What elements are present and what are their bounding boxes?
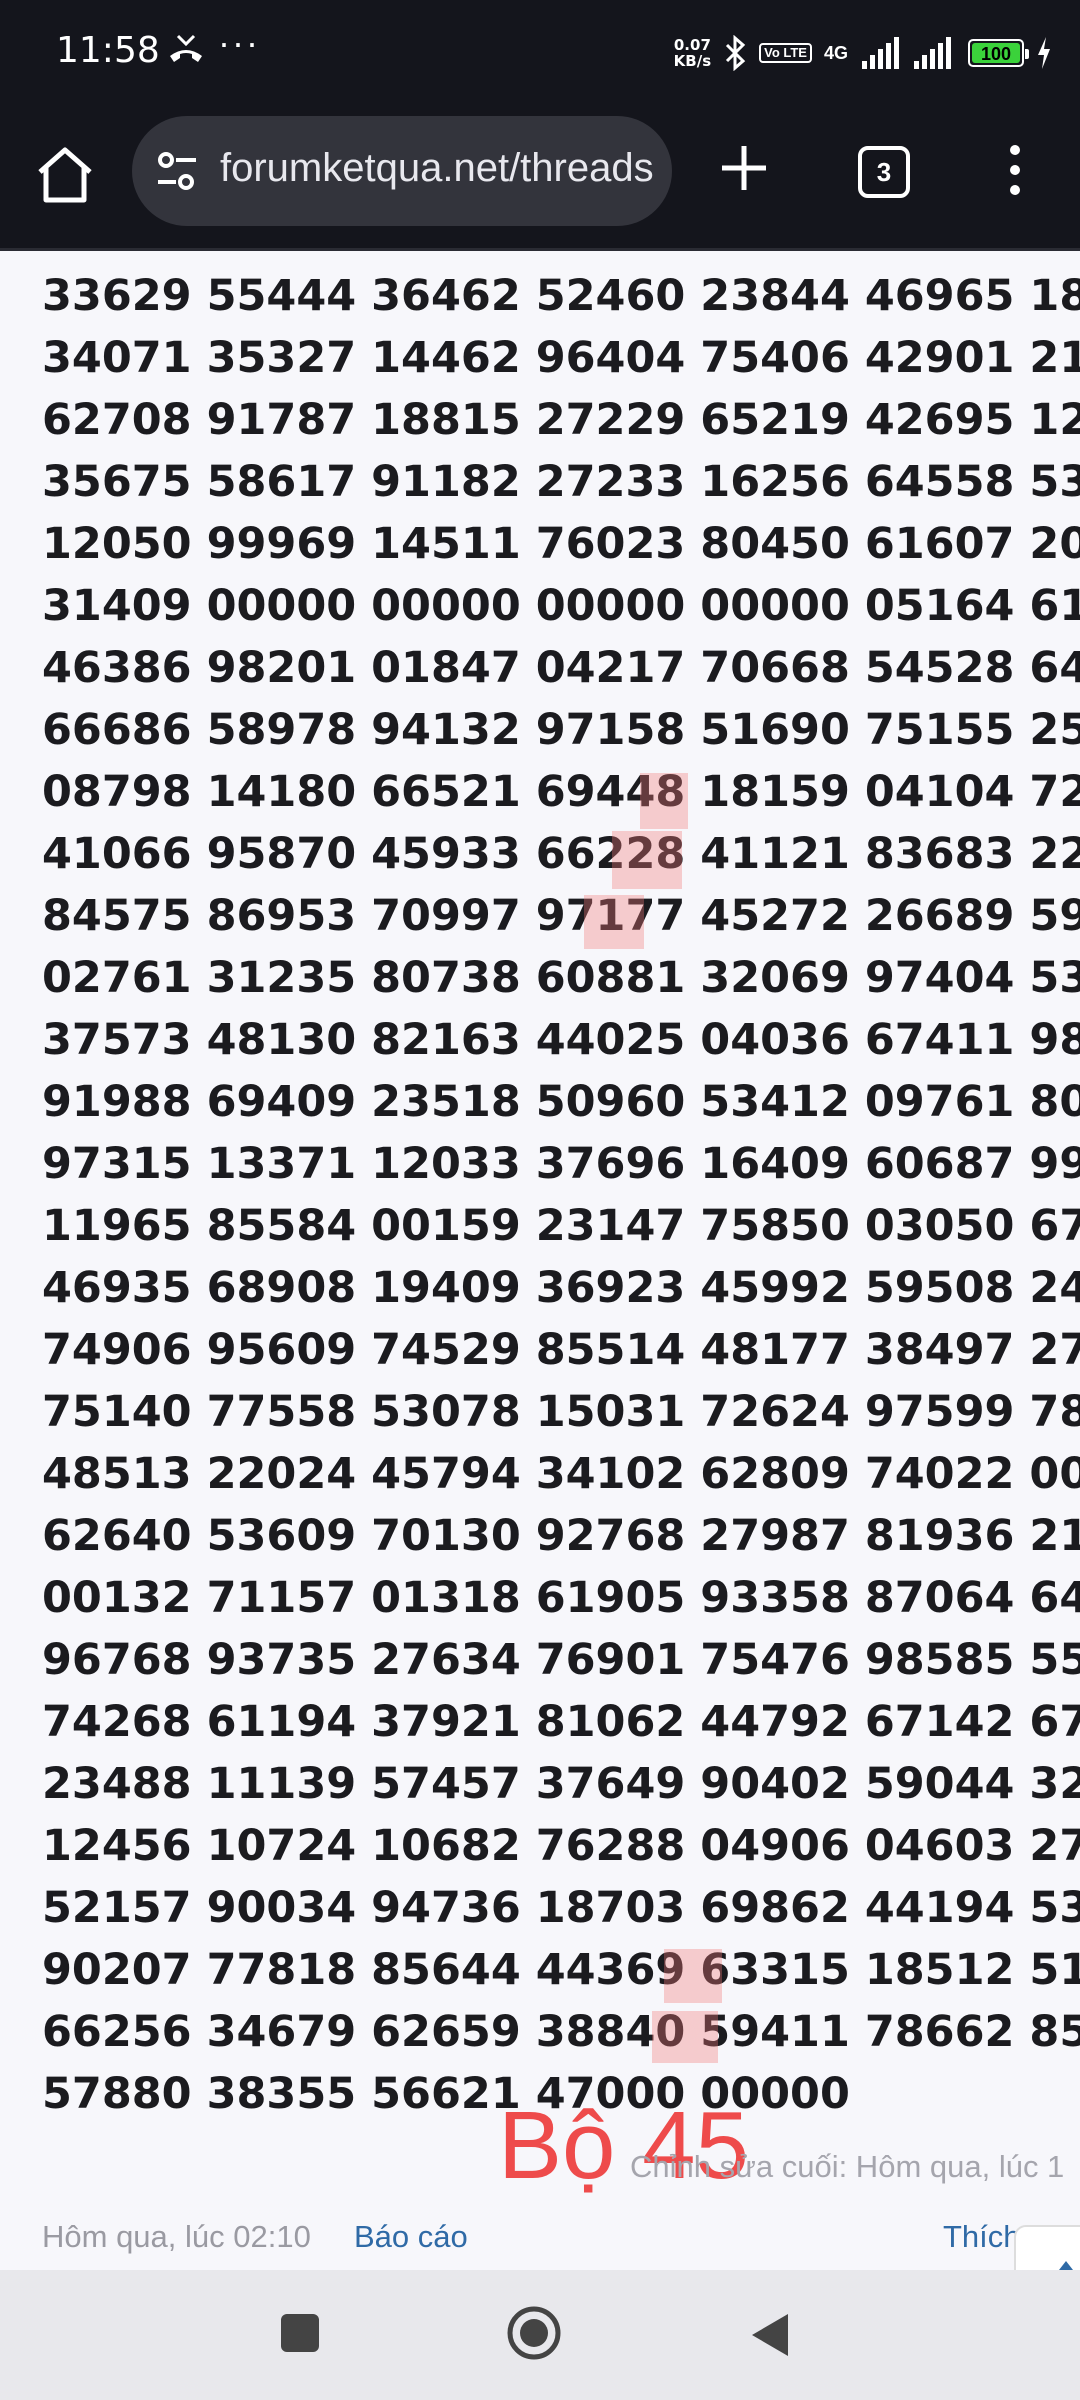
report-link[interactable]: Báo cáo [354, 2219, 468, 2255]
address-bar[interactable]: forumketqua.net/threads [132, 116, 672, 226]
highlight-mark [640, 773, 688, 829]
volte-badge: Vo LTE [759, 43, 812, 63]
highlight-mark [652, 2011, 718, 2063]
number-row: 96768 93735 27634 76901 75476 98585 5513… [42, 1635, 1080, 1685]
number-row: 75140 77558 53078 15031 72624 97599 7866… [42, 1387, 1080, 1437]
home-nav-icon[interactable] [505, 2304, 563, 2362]
number-row: 35675 58617 91182 27233 16256 64558 5329… [42, 457, 1080, 507]
number-row: 91988 69409 23518 50960 53412 09761 8071… [42, 1077, 1080, 1127]
number-row: 97315 13371 12033 37696 16409 60687 9977… [42, 1139, 1080, 1189]
clock: 11:58 [56, 30, 160, 71]
number-row: 08798 14180 66521 69448 18159 04104 7266… [42, 767, 1080, 817]
highlight-mark [584, 895, 644, 949]
status-icons: 0.07 KB/s Vo LTE 4G 100 [674, 28, 1052, 78]
recents-icon[interactable] [281, 2314, 319, 2352]
number-row: 66686 58978 94132 97158 51690 75155 2593… [42, 705, 1080, 755]
number-row: 34071 35327 14462 96404 75406 42901 2125… [42, 333, 1080, 383]
site-settings-icon[interactable] [154, 148, 200, 194]
number-row: 12050 99969 14511 76023 80450 61607 2044… [42, 519, 1080, 569]
more-notifications-icon: ··· [218, 22, 260, 63]
post-content: 33629 55444 36462 52460 23844 46965 1830… [0, 251, 1080, 2271]
tab-switcher-button[interactable]: 3 [858, 146, 910, 198]
number-row: 48513 22024 45794 34102 62809 74022 0017… [42, 1449, 1080, 1499]
battery-icon: 100 [968, 39, 1029, 67]
highlight-mark [664, 1949, 722, 2003]
home-icon[interactable] [32, 142, 98, 208]
number-row: 62708 91787 18815 27229 65219 42695 1235… [42, 395, 1080, 445]
number-row: 00132 71157 01318 61905 93358 87064 6443… [42, 1573, 1080, 1623]
signal-icon [862, 37, 899, 69]
network-type: 4G [823, 42, 848, 63]
number-row: 90207 77818 85644 44369 63315 18512 5110… [42, 1945, 1080, 1995]
browser-toolbar: forumketqua.net/threads 3 [0, 110, 1080, 250]
number-row: 11965 85584 00159 23147 75850 03050 6786… [42, 1201, 1080, 1251]
more-menu-icon[interactable] [1000, 140, 1030, 200]
number-row: 33629 55444 36462 52460 23844 46965 1830… [42, 271, 1080, 321]
signal-icon-2 [914, 37, 951, 69]
charging-icon [1038, 37, 1050, 69]
number-row: 46935 68908 19409 36923 45992 59508 2469… [42, 1263, 1080, 1313]
navigation-bar [0, 2270, 1080, 2400]
back-icon[interactable] [746, 2310, 792, 2360]
url-text[interactable]: forumketqua.net/threads [220, 146, 660, 191]
number-row: 62640 53609 70130 92768 27987 81936 2126… [42, 1511, 1080, 1561]
status-bar: 11:58 ··· 0.07 KB/s Vo LTE 4G 100 [0, 0, 1080, 110]
post-timestamp: Hôm qua, lúc 02:10 [42, 2219, 311, 2254]
number-row: 12456 10724 10682 76288 04906 04603 2730… [42, 1821, 1080, 1871]
number-row: 23488 11139 57457 37649 90402 59044 3209… [42, 1759, 1080, 1809]
scroll-to-top-button[interactable] [1014, 2225, 1080, 2271]
number-grid: 33629 55444 36462 52460 23844 46965 1830… [42, 265, 1080, 2125]
network-speed: 0.07 KB/s [673, 36, 712, 70]
highlight-mark [612, 831, 682, 889]
number-row: 66256 34679 62659 38840 59411 78662 8545… [42, 2007, 1080, 2057]
number-row: 41066 95870 45933 66228 41121 83683 2216… [42, 829, 1080, 879]
number-row: 31409 00000 00000 00000 00000 05164 6151… [42, 581, 1080, 631]
number-row: 37573 48130 82163 44025 04036 67411 9861… [42, 1015, 1080, 1065]
missed-call-icon [170, 34, 202, 62]
last-edited-note: Chỉnh sửa cuối: Hôm qua, lúc 1 [630, 2149, 1065, 2184]
bluetooth-icon [726, 35, 746, 71]
number-row: 02761 31235 80738 60881 32069 97404 5385… [42, 953, 1080, 1003]
number-row: 46386 98201 01847 04217 70668 54528 6461… [42, 643, 1080, 693]
new-tab-icon[interactable] [716, 140, 772, 196]
number-row: 84575 86953 70997 97177 45272 26689 5981… [42, 891, 1080, 941]
number-row: 52157 90034 94736 18703 69862 44194 5336… [42, 1883, 1080, 1933]
number-row: 74906 95609 74529 85514 48177 38497 2736… [42, 1325, 1080, 1375]
number-row: 74268 61194 37921 81062 44792 67142 6749… [42, 1697, 1080, 1747]
like-link[interactable]: Thích [943, 2219, 1021, 2255]
battery-level: 100 [972, 43, 1020, 64]
